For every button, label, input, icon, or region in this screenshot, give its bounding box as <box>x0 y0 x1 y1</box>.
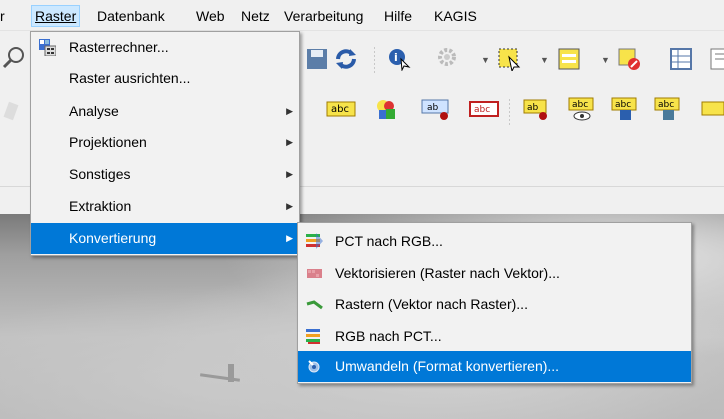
raster-menu: Rasterrechner... Raster ausrichten... An… <box>30 31 300 256</box>
menu-item-label: Vektorisieren (Raster nach Vektor)... <box>335 265 560 281</box>
raster-calculator-icon <box>39 39 56 56</box>
menu-vektor[interactable]: r <box>0 6 8 26</box>
menu-item-rastern[interactable]: Rastern (Vektor nach Raster)... <box>298 289 691 320</box>
digitize-icon[interactable] <box>0 99 24 123</box>
svg-text:i: i <box>394 51 398 64</box>
label-abc-text: abc <box>615 100 631 110</box>
menu-item-label: RGB nach PCT... <box>335 328 442 344</box>
label-ab-text: ab <box>427 103 439 113</box>
submenu-arrow-icon: ▶ <box>286 106 293 116</box>
save-icon[interactable] <box>305 47 329 71</box>
menu-item-rasterrechner[interactable]: Rasterrechner... <box>31 32 299 63</box>
menu-item-label: Rastern (Vektor nach Raster)... <box>335 296 528 312</box>
menu-item-projektionen[interactable]: Projektionen ▶ <box>31 127 299 158</box>
menu-item-raster-ausrichten[interactable]: Raster ausrichten... <box>31 63 299 94</box>
zoom-icon[interactable] <box>2 45 26 69</box>
select-features-icon[interactable] <box>497 47 521 71</box>
label-style-icon[interactable] <box>374 97 398 121</box>
konvertierung-submenu: PCT nach RGB... Vektorisieren (Raster na… <box>297 222 692 384</box>
label-unpin-icon[interactable]: abc <box>468 97 502 121</box>
pct-to-rgb-icon <box>306 233 323 249</box>
menu-item-sonstiges[interactable]: Sonstiges ▶ <box>31 159 299 190</box>
label-rotate-icon[interactable]: abc <box>653 97 683 121</box>
menu-item-umwandeln[interactable]: Umwandeln (Format konvertieren)... <box>298 351 691 382</box>
dropdown-arrow-icon[interactable]: ▼ <box>481 55 490 65</box>
submenu-arrow-icon: ▶ <box>286 233 293 243</box>
rgb-to-pct-icon <box>306 329 320 344</box>
menu-netz[interactable]: Netz <box>238 6 273 26</box>
menu-item-label: Rasterrechner... <box>69 39 169 55</box>
menu-item-label: Konvertierung <box>69 230 157 246</box>
menu-item-label: Raster ausrichten... <box>69 70 191 86</box>
menu-web[interactable]: Web <box>193 6 228 26</box>
menu-raster[interactable]: Raster <box>30 5 81 27</box>
menu-raster-label: Raster <box>35 8 77 24</box>
menu-item-label: Analyse <box>69 103 119 119</box>
menu-item-vektorisieren[interactable]: Vektorisieren (Raster nach Vektor)... <box>298 258 691 289</box>
label-abc-text: abc <box>474 105 490 115</box>
toolbar-separator <box>509 99 510 125</box>
select-form-icon[interactable] <box>557 47 581 71</box>
label-pin-icon[interactable]: ab <box>420 97 454 121</box>
label-abc-text: abc <box>658 100 674 110</box>
label-show-hide-icon[interactable]: ab <box>522 97 552 121</box>
label-abc-icon[interactable]: abc <box>325 97 357 121</box>
menu-verarbeitung[interactable]: Verarbeitung <box>281 6 366 26</box>
action-gear-icon[interactable] <box>437 47 461 71</box>
identify-icon[interactable]: i <box>387 47 411 71</box>
label-move-icon[interactable]: abc <box>610 97 640 121</box>
menu-item-label: Umwandeln (Format konvertieren)... <box>335 358 560 374</box>
label-ab-text: ab <box>527 103 539 113</box>
menu-item-rgb-nach-pct[interactable]: RGB nach PCT... <box>298 321 691 352</box>
deselect-icon[interactable] <box>617 47 641 71</box>
dropdown-arrow-icon[interactable]: ▼ <box>601 55 610 65</box>
translate-icon <box>308 360 320 373</box>
menu-kagis[interactable]: KAGIS <box>431 6 480 26</box>
label-abc-text: abc <box>331 104 349 115</box>
map-feature <box>199 373 241 382</box>
menu-hilfe[interactable]: Hilfe <box>381 6 415 26</box>
submenu-arrow-icon: ▶ <box>286 137 293 147</box>
menu-datenbank[interactable]: Datenbank <box>94 6 168 26</box>
map-feature <box>228 364 234 382</box>
menu-item-label: Extraktion <box>69 198 132 214</box>
attribute-table-icon[interactable] <box>669 47 693 71</box>
menu-item-label: PCT nach RGB... <box>335 233 443 249</box>
label-abc-text: abc <box>572 100 588 110</box>
refresh-icon[interactable] <box>334 47 358 71</box>
menu-item-analyse[interactable]: Analyse ▶ <box>31 96 299 127</box>
submenu-arrow-icon: ▶ <box>286 201 293 211</box>
label-view-icon[interactable]: abc <box>567 97 597 121</box>
statistics-icon[interactable] <box>709 47 724 71</box>
polygonize-icon <box>307 269 322 278</box>
menu-item-label: Projektionen <box>69 134 147 150</box>
menu-item-konvertierung[interactable]: Konvertierung ▶ <box>31 223 299 254</box>
label-change-icon[interactable] <box>700 97 724 121</box>
menu-item-pct-nach-rgb[interactable]: PCT nach RGB... <box>298 226 691 257</box>
dropdown-arrow-icon[interactable]: ▼ <box>540 55 549 65</box>
rasterize-icon <box>306 300 323 310</box>
menu-item-extraktion[interactable]: Extraktion ▶ <box>31 191 299 222</box>
submenu-arrow-icon: ▶ <box>286 169 293 179</box>
menu-bar: r Raster Datenbank Web Netz Verarbeitung… <box>0 0 724 31</box>
toolbar-separator <box>374 47 375 73</box>
menu-item-label: Sonstiges <box>69 166 131 182</box>
